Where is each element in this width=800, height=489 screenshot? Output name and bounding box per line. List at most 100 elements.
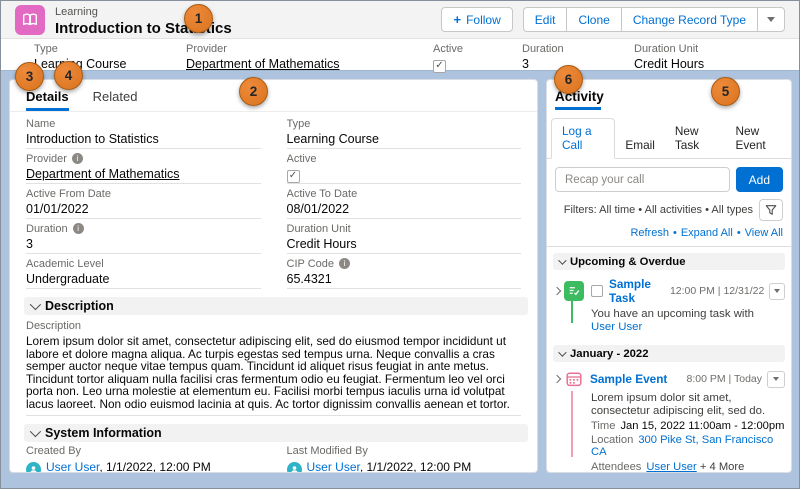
last-modified-by-label: Last Modified By <box>286 444 368 457</box>
link-separator: • <box>672 227 677 239</box>
follow-button[interactable]: + Follow <box>441 7 513 32</box>
last-modified-by-value: User User, 1/1/2022, 12:00 PM <box>286 459 522 473</box>
callout-badge-1: 1 <box>184 4 213 33</box>
callout-badge-3: 3 <box>15 62 44 91</box>
plus-icon: + <box>453 12 462 27</box>
chevron-right-icon[interactable] <box>552 286 562 296</box>
task-datetime: 12:00 PM | 12/31/22 <box>669 285 765 297</box>
field-cip-code: CIP Code i 65.4321 <box>286 254 522 289</box>
field-type-value: Learning Course <box>286 132 379 146</box>
event-time-row: Time Jan 15, 2022 11:00am - 12:00pm <box>591 420 785 432</box>
field-academic-level-value: Undergraduate <box>26 272 110 286</box>
action-button-group: Edit Clone Change Record Type <box>522 7 785 32</box>
info-icon[interactable]: i <box>72 223 84 234</box>
created-by-value: User User, 1/1/2022, 12:00 PM <box>26 459 261 473</box>
expand-all-link[interactable]: Expand All <box>681 227 733 239</box>
record-header-card: Learning Introduction to Statistics + Fo… <box>1 1 799 73</box>
chevron-down-icon <box>558 255 567 265</box>
follow-button-label: Follow <box>466 12 501 27</box>
tab-activity[interactable]: Activity <box>547 80 791 104</box>
task-user-link[interactable]: User User <box>591 321 642 333</box>
field-provider-label-text: Provider <box>26 153 67 165</box>
january-2022-title: January - 2022 <box>570 347 649 360</box>
info-icon-letter: i <box>343 259 346 268</box>
field-active-to-value: 08/01/2022 <box>286 202 350 216</box>
info-icon[interactable]: i <box>71 153 83 164</box>
field-duration-unit-label: Duration Unit <box>286 223 351 235</box>
task-icon <box>564 281 584 301</box>
record-header: Learning Introduction to Statistics + Fo… <box>1 1 799 39</box>
field-duration: Duration i 3 <box>26 219 261 254</box>
event-attendees-more: + 4 More <box>696 460 745 473</box>
highlight-duration-unit-value: Credit Hours <box>634 57 705 71</box>
change-record-type-button[interactable]: Change Record Type <box>620 7 757 32</box>
event-title-link[interactable]: Sample Event <box>590 372 667 386</box>
chevron-down-icon <box>558 348 567 357</box>
event-datetime: 8:00 PM | Today <box>686 373 763 386</box>
add-button[interactable]: Add <box>735 167 783 192</box>
field-active-to-label: Active To Date <box>286 188 358 200</box>
chevron-down-icon <box>774 289 781 293</box>
chevron-right-icon[interactable] <box>552 374 562 384</box>
field-type: Type Learning Course <box>286 114 521 149</box>
event-actions-dropdown[interactable] <box>767 370 785 388</box>
event-time-value: Jan 15, 2022 11:00am - 12:00pm <box>620 419 785 432</box>
tab-new-event[interactable]: New Event <box>726 119 792 158</box>
last-modified-by-user-link[interactable]: User User <box>307 460 360 472</box>
more-actions-button[interactable] <box>757 7 785 32</box>
event-location-row: Location 300 Pike St, San Francisco CA <box>591 434 785 458</box>
last-modified-by-datetime: , 1/1/2022, 12:00 PM <box>359 459 472 473</box>
view-all-link[interactable]: View All <box>745 227 783 239</box>
field-provider-link[interactable]: Department of Mathematics <box>26 167 261 181</box>
description-section-header[interactable]: Description <box>24 297 528 315</box>
chevron-down-icon <box>29 298 42 311</box>
task-complete-checkbox[interactable] <box>591 285 603 297</box>
highlight-provider-link[interactable]: Department of Mathematics <box>186 57 340 71</box>
created-by-label: Created By <box>26 444 82 457</box>
activity-action-tabs: Log a Call Email New Task New Event <box>547 118 791 159</box>
tab-related[interactable]: Related <box>93 89 138 111</box>
tab-details[interactable]: Details <box>26 89 69 111</box>
filters-text: Filters: All time • All activities • All… <box>563 204 753 216</box>
refresh-link[interactable]: Refresh <box>630 227 669 239</box>
edit-button[interactable]: Edit <box>522 7 567 32</box>
callout-badge-4: 4 <box>54 61 83 90</box>
event-icon <box>564 369 584 390</box>
created-by-user-link[interactable]: User User <box>46 460 99 472</box>
tab-new-task[interactable]: New Task <box>665 119 726 158</box>
details-card: Details Related Name Introduction to Sta… <box>9 79 538 473</box>
task-actions-dropdown[interactable] <box>769 282 785 300</box>
field-cip-code-label-text: CIP Code <box>286 258 335 270</box>
event-attendee-link[interactable]: User User <box>646 461 696 472</box>
active-detail-checkbox[interactable]: ✓ <box>286 169 300 183</box>
system-information-section-header[interactable]: System Information <box>24 423 528 442</box>
recap-call-input[interactable] <box>555 167 730 192</box>
tab-log-a-call[interactable]: Log a Call <box>551 118 616 159</box>
task-header-row: Sample Task 12:00 PM | 12/31/22 <box>552 277 785 305</box>
activity-divider <box>547 246 791 247</box>
event-attendees-label: Attendees <box>591 460 642 473</box>
january-2022-section-header[interactable]: January - 2022 <box>553 345 785 363</box>
field-cip-code-label: CIP Code i <box>287 258 522 270</box>
info-icon[interactable]: i <box>339 258 350 269</box>
user-avatar-icon <box>26 461 41 472</box>
clone-button[interactable]: Clone <box>566 7 621 32</box>
highlight-active: Active ✓ <box>433 43 463 73</box>
chevron-down-icon <box>767 17 775 22</box>
open-book-icon <box>23 13 37 25</box>
callout-badge-5: 5 <box>711 77 740 106</box>
filter-button[interactable] <box>759 199 783 221</box>
tab-email[interactable]: Email <box>615 133 665 158</box>
field-provider: Provider i Department of Mathematics <box>26 149 261 184</box>
task-body-text: You have an upcoming task with <box>591 308 754 320</box>
activity-card: Activity Log a Call Email New Task New E… <box>546 79 792 473</box>
task-title-link[interactable]: Sample Task <box>609 277 670 305</box>
timeline-item-event: Sample Event 8:00 PM | Today Lorem ipsum… <box>547 362 791 473</box>
description-text: Lorem ipsum dolor sit amet, consectetur … <box>26 334 510 411</box>
created-by-datetime: , 1/1/2022, 12:00 PM <box>99 459 211 473</box>
upcoming-overdue-section-header[interactable]: Upcoming & Overdue <box>553 253 785 270</box>
highlight-duration: Duration 3 <box>522 43 564 71</box>
active-checkbox[interactable]: ✓ <box>433 59 446 73</box>
description-label: Description <box>26 320 82 332</box>
field-duration-label-text: Duration <box>26 223 68 235</box>
